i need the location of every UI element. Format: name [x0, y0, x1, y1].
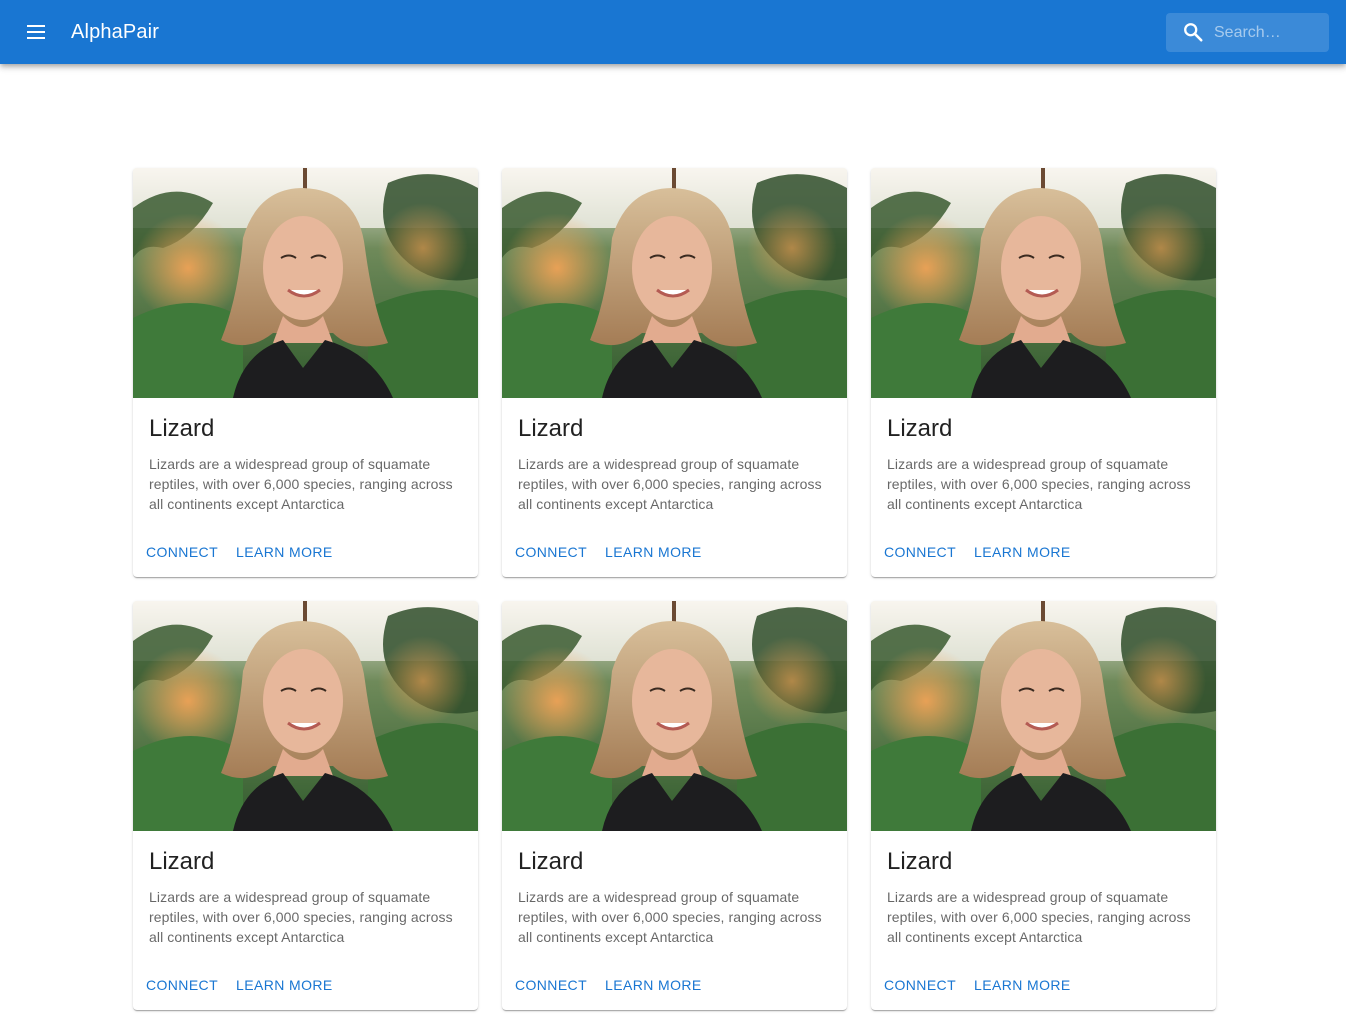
portrait-photo[interactable] [871, 168, 1216, 398]
profile-card: Lizard Lizards are a widespread group of… [133, 168, 478, 577]
search-icon [1184, 23, 1203, 42]
portrait-photo[interactable] [502, 168, 847, 398]
learn-more-button[interactable]: LEARN MORE [969, 968, 1076, 1002]
portrait-photo[interactable] [133, 168, 478, 398]
card-title: Lizard [149, 848, 215, 875]
connect-button[interactable]: CONNECT [879, 968, 961, 1002]
connect-button[interactable]: CONNECT [141, 535, 223, 569]
search-input[interactable] [1214, 13, 1324, 52]
connect-button[interactable]: CONNECT [879, 535, 961, 569]
card-actions: CONNECT LEARN MORE [879, 968, 1076, 1002]
card-description: Lizards are a widespread group of squama… [887, 456, 1191, 512]
menu-icon [27, 25, 45, 39]
profile-card: Lizard Lizards are a widespread group of… [502, 168, 847, 577]
card-actions: CONNECT LEARN MORE [879, 535, 1076, 569]
card-description: Lizards are a widespread group of squama… [887, 889, 1191, 945]
card-actions: CONNECT LEARN MORE [141, 535, 338, 569]
card-grid: Lizard Lizards are a widespread group of… [133, 168, 1216, 1010]
learn-more-button[interactable]: LEARN MORE [600, 968, 707, 1002]
portrait-photo[interactable] [871, 601, 1216, 831]
card-description: Lizards are a widespread group of squama… [149, 456, 453, 512]
learn-more-button[interactable]: LEARN MORE [231, 535, 338, 569]
connect-button[interactable]: CONNECT [510, 968, 592, 1002]
card-title: Lizard [518, 415, 584, 442]
profile-card: Lizard Lizards are a widespread group of… [871, 601, 1216, 1010]
learn-more-button[interactable]: LEARN MORE [969, 535, 1076, 569]
card-description: Lizards are a widespread group of squama… [518, 889, 822, 945]
app-title: AlphaPair [71, 21, 160, 43]
learn-more-button[interactable]: LEARN MORE [231, 968, 338, 1002]
menu-button[interactable] [12, 8, 60, 56]
card-actions: CONNECT LEARN MORE [510, 968, 707, 1002]
profile-card: Lizard Lizards are a widespread group of… [871, 168, 1216, 577]
profile-card: Lizard Lizards are a widespread group of… [502, 601, 847, 1010]
portrait-photo[interactable] [502, 601, 847, 831]
card-actions: CONNECT LEARN MORE [510, 535, 707, 569]
card-title: Lizard [887, 415, 953, 442]
portrait-photo[interactable] [133, 601, 478, 831]
connect-button[interactable]: CONNECT [141, 968, 223, 1002]
card-description: Lizards are a widespread group of squama… [518, 456, 822, 512]
card-actions: CONNECT LEARN MORE [141, 968, 338, 1002]
card-title: Lizard [518, 848, 584, 875]
app-bar: AlphaPair [0, 0, 1346, 64]
card-description: Lizards are a widespread group of squama… [149, 889, 453, 945]
search-box[interactable] [1166, 13, 1329, 52]
card-title: Lizard [149, 415, 215, 442]
profile-card: Lizard Lizards are a widespread group of… [133, 601, 478, 1010]
learn-more-button[interactable]: LEARN MORE [600, 535, 707, 569]
connect-button[interactable]: CONNECT [510, 535, 592, 569]
card-title: Lizard [887, 848, 953, 875]
